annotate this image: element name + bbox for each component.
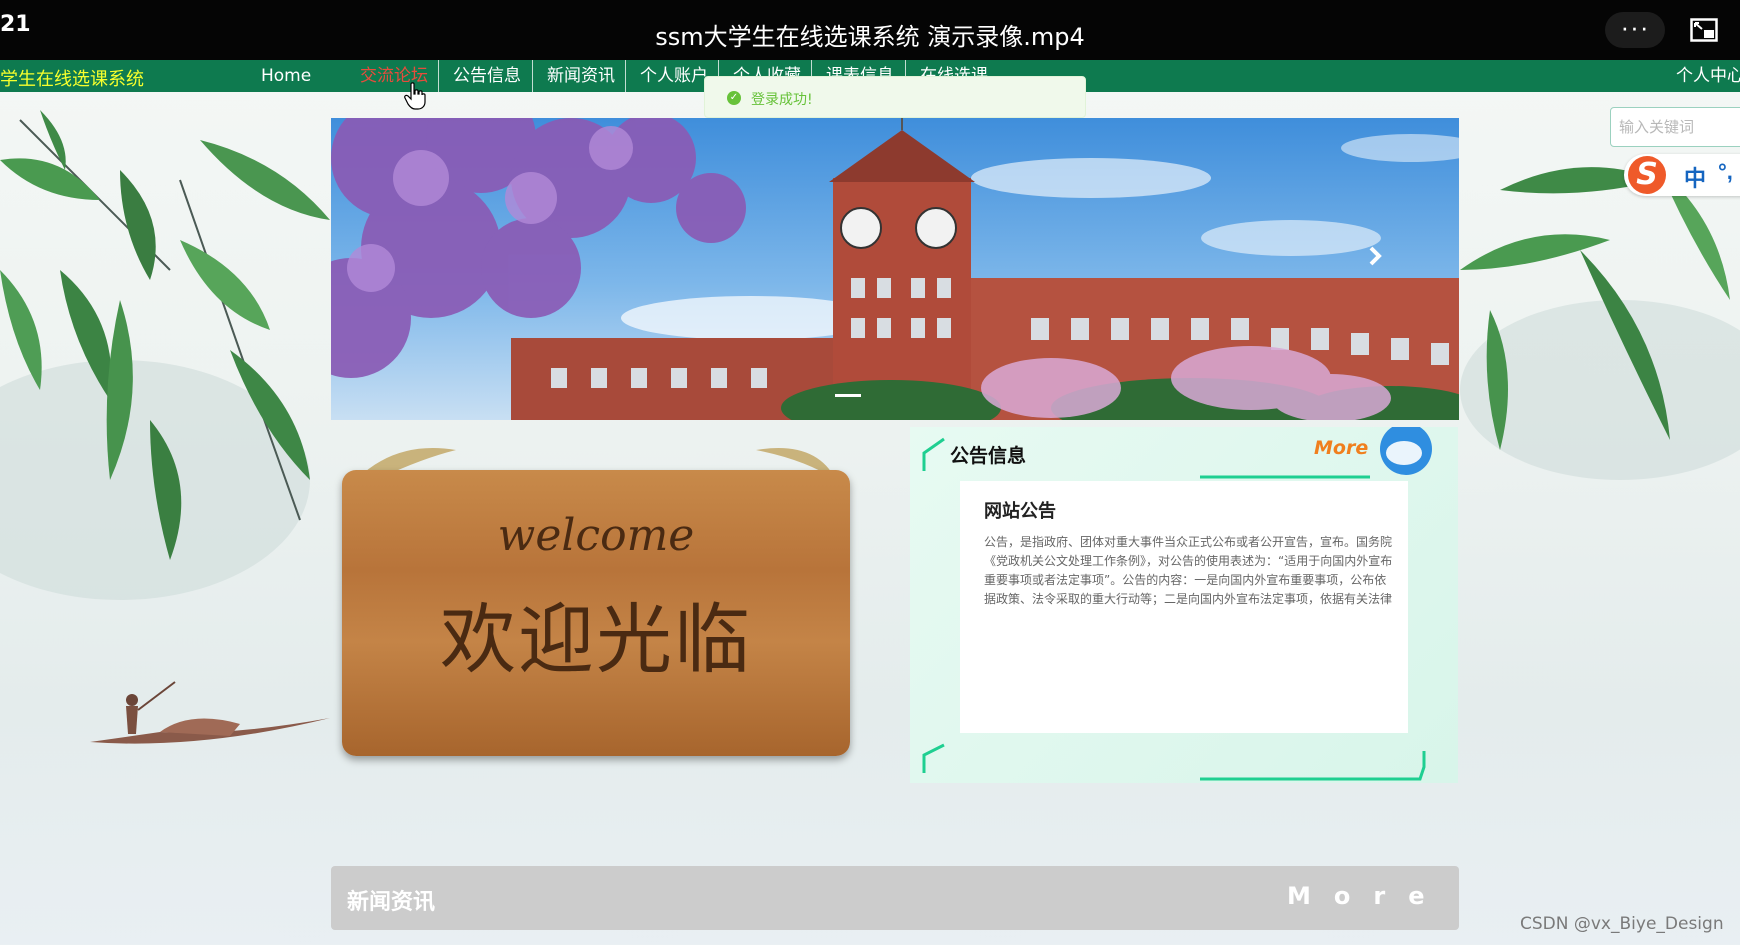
video-player-bar: 21 ssm大学生在线选课系统 演示录像.mp4 ··· xyxy=(0,0,1740,60)
notice-title: 公告信息 xyxy=(950,445,1027,467)
check-circle-icon: ✓ xyxy=(727,91,741,105)
welcome-script: welcome xyxy=(497,510,695,561)
sogou-ime-icon[interactable]: S xyxy=(1628,156,1666,194)
notice-more-link[interactable]: More xyxy=(1314,437,1368,459)
notice-card-body: 公告，是指政府、团体对重大事件当众正式公布或者公开宣告，宣布。国务院《党政机关公… xyxy=(984,535,1393,606)
welcome-text: 欢迎光临 xyxy=(440,595,752,684)
bamboo-decoration-left xyxy=(0,110,330,600)
news-section-header: 新闻资讯 More xyxy=(331,866,1459,930)
banner-indicator xyxy=(835,394,861,397)
boat-decoration xyxy=(90,681,330,744)
notice-card-title[interactable]: 网站公告 xyxy=(984,497,1056,523)
video-title: ssm大学生在线选课系统 演示录像.mp4 xyxy=(655,23,1085,51)
news-title: 新闻资讯 xyxy=(347,890,436,915)
login-success-toast: ✓ 登录成功! xyxy=(704,76,1086,118)
picture-in-picture-icon[interactable] xyxy=(1690,18,1718,42)
nav-forum[interactable]: 交流论坛 xyxy=(346,60,442,92)
nav-user-center[interactable]: 个人中心 xyxy=(1676,60,1740,92)
nav-home[interactable]: Home xyxy=(247,60,325,92)
news-more-link[interactable]: More xyxy=(1287,882,1447,910)
campus-banner-image xyxy=(331,118,1459,420)
search-input[interactable] xyxy=(1610,107,1740,147)
banner-carousel[interactable] xyxy=(331,118,1459,420)
welcome-sign: welcome 欢迎光临 xyxy=(336,440,856,760)
toast-message: 登录成功! xyxy=(751,92,813,108)
ime-toolbar[interactable]: S 中 °, xyxy=(1624,154,1740,196)
nav-notice[interactable]: 公告信息 xyxy=(438,60,535,92)
site-logo[interactable]: 学生在线选课系统 xyxy=(0,65,144,91)
notice-panel: 公告信息 More 网站公告 公告，是指政府、团体对重大事件当众正式公布或者公开… xyxy=(910,427,1458,783)
ime-punctuation-toggle[interactable]: °, xyxy=(1718,159,1733,185)
nav-news[interactable]: 新闻资讯 xyxy=(532,60,629,92)
csdn-watermark: CSDN @vx_Biye_Design xyxy=(1520,914,1724,934)
hand-cursor-icon xyxy=(404,82,426,110)
banner-next-arrow-icon xyxy=(1369,246,1382,266)
notice-card[interactable]: 网站公告 公告，是指政府、团体对重大事件当众正式公布或者公开宣告，宣布。国务院《… xyxy=(960,481,1408,733)
ime-mode-toggle[interactable]: 中 xyxy=(1684,161,1706,193)
more-options-button[interactable]: ··· xyxy=(1605,12,1665,48)
wood-board: welcome 欢迎光临 xyxy=(342,470,850,756)
